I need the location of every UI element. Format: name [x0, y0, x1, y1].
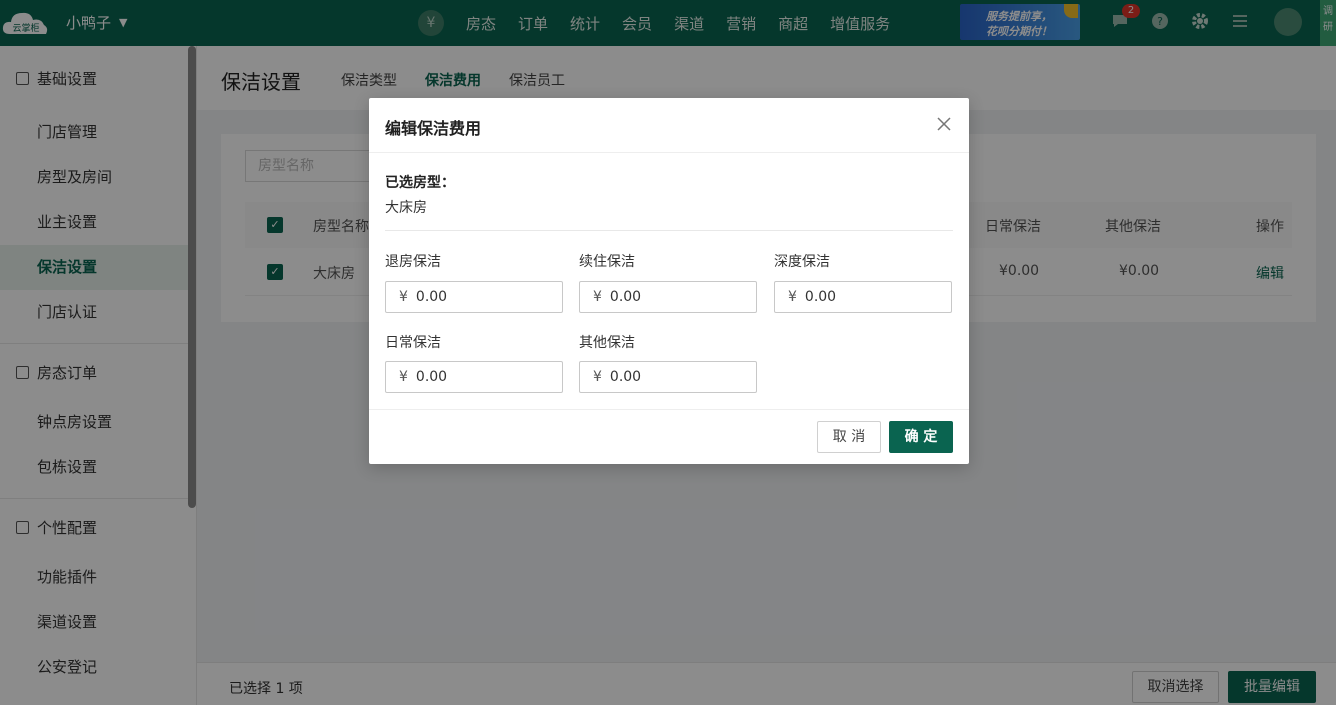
confirm-button[interactable]: 确 定: [889, 421, 953, 453]
currency-icon: ¥: [788, 289, 797, 305]
close-icon[interactable]: [937, 112, 951, 136]
dialog-title: 编辑保洁费用: [385, 119, 482, 138]
daily-cleaning-label: 日常保洁: [385, 335, 441, 351]
checkout-cleaning-input[interactable]: ¥ 0.00: [385, 281, 563, 313]
dialog-footer: 取 消 确 定: [369, 409, 969, 464]
other-cleaning-input[interactable]: ¥ 0.00: [579, 361, 757, 393]
other-cleaning-label: 其他保洁: [579, 335, 635, 351]
daily-cleaning-input[interactable]: ¥ 0.00: [385, 361, 563, 393]
deep-cleaning-input[interactable]: ¥ 0.00: [774, 281, 952, 313]
field-value: 0.00: [415, 289, 448, 305]
checkout-cleaning-label: 退房保洁: [385, 254, 441, 270]
field-value: 0.00: [415, 369, 448, 385]
field-value: 0.00: [804, 289, 837, 305]
dialog-divider: [385, 230, 953, 231]
field-value: 0.00: [609, 289, 642, 305]
currency-icon: ¥: [593, 289, 602, 305]
currency-icon: ¥: [399, 289, 408, 305]
selected-room-type-label: 已选房型：: [385, 175, 455, 191]
stayover-cleaning-label: 续住保洁: [579, 254, 635, 270]
field-value: 0.00: [609, 369, 642, 385]
edit-cleaning-fee-dialog: 编辑保洁费用 已选房型： 大床房 退房保洁 ¥ 0.00 续住保洁 ¥ 0.00…: [369, 98, 969, 464]
dialog-header: 编辑保洁费用: [369, 98, 969, 153]
currency-icon: ¥: [593, 369, 602, 385]
deep-cleaning-label: 深度保洁: [774, 254, 830, 270]
cancel-button[interactable]: 取 消: [817, 421, 881, 453]
selected-room-type-value: 大床房: [385, 200, 427, 216]
stayover-cleaning-input[interactable]: ¥ 0.00: [579, 281, 757, 313]
currency-icon: ¥: [399, 369, 408, 385]
